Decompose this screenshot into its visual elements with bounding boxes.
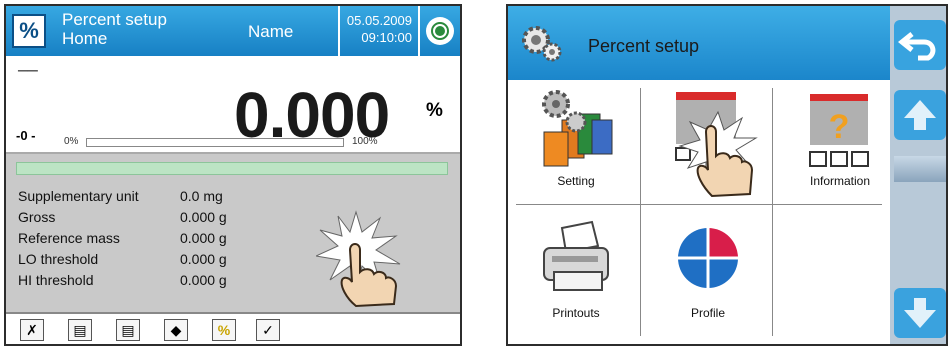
info-value: 0.000 g	[180, 209, 227, 225]
tile-label: Printouts	[552, 306, 600, 320]
profile-icon	[678, 228, 738, 288]
mode-name: Percent setup	[62, 10, 167, 29]
tile-label: Setting	[557, 174, 595, 188]
bar-max-label: 100%	[352, 136, 378, 147]
percent-reference-icon[interactable]: %	[212, 319, 236, 341]
tile-printouts[interactable]: Printouts	[514, 216, 638, 336]
bar-min-label: 0%	[64, 136, 79, 147]
info-label: Gross	[18, 209, 56, 225]
gears-icon	[522, 26, 562, 62]
calibration-icon[interactable]: ✓	[256, 319, 280, 341]
time: 09:10:00	[361, 30, 412, 45]
menu-header: Percent setup	[508, 6, 890, 80]
grid-divider	[772, 88, 773, 336]
info-row: Reference mass 0.000 g	[18, 230, 227, 251]
stability-icon: ──	[18, 62, 38, 78]
info-label: HI threshold	[18, 272, 94, 288]
weight-unit[interactable]: %	[426, 100, 443, 122]
back-arrow-icon	[897, 32, 936, 61]
user-name[interactable]: Name	[248, 22, 293, 42]
info-row: Supplementary unit 0.0 mg	[18, 188, 227, 209]
info-label: Supplementary unit	[18, 188, 139, 204]
weighing-display: ── -0 - 0.000 % 0% 100%	[6, 56, 460, 152]
information-icon: ?	[809, 94, 869, 167]
tile-setting[interactable]: Setting	[514, 86, 638, 206]
info-value: 0.0 mg	[180, 188, 223, 204]
shortcut-bar: ✗ ▤ ▤ ◆ % ✓	[6, 312, 460, 344]
info-row: LO threshold 0.000 g	[18, 251, 227, 272]
tile-label: Information	[809, 174, 871, 188]
printer-header-icon[interactable]: ▤	[68, 319, 92, 341]
record-dot-icon	[435, 26, 445, 36]
printer-icon	[543, 220, 609, 291]
screen-name: Home	[62, 29, 108, 48]
back-button[interactable]	[894, 20, 946, 70]
checkweighing-bar	[16, 162, 448, 175]
load-bar	[86, 138, 344, 147]
scroll-slider[interactable]	[894, 156, 946, 182]
info-value: 0.000 g	[180, 230, 227, 246]
info-row: Gross 0.000 g	[18, 209, 227, 230]
side-scroll-panel	[890, 6, 946, 344]
up-arrow-icon	[904, 100, 936, 130]
touch-hand-icon	[316, 210, 401, 308]
top-bar: % Percent setup Home Name 05.05.2009 09:…	[6, 6, 460, 56]
scroll-down-button[interactable]	[894, 288, 946, 338]
printer-footer-icon[interactable]: ▤	[116, 319, 140, 341]
tile-profile[interactable]: Profile	[646, 216, 770, 336]
info-value: 0.000 g	[180, 272, 227, 288]
settings-icon	[542, 90, 613, 167]
tile-information[interactable]: ? Information	[778, 86, 902, 206]
home-screen: % Percent setup Home Name 05.05.2009 09:…	[4, 4, 462, 346]
display-icon	[675, 92, 758, 198]
down-arrow-icon	[904, 298, 936, 328]
tools-icon[interactable]: ✗	[20, 319, 44, 341]
record-button[interactable]	[426, 17, 454, 45]
date-time: 05.05.2009 09:10:00	[338, 6, 420, 56]
menu-title: Percent setup	[588, 36, 700, 56]
package-icon[interactable]: ◆	[164, 319, 188, 341]
info-label: Reference mass	[18, 230, 120, 246]
tile-display[interactable]	[646, 86, 770, 206]
menu-grid: Setting ? Information Printouts Profile	[508, 80, 890, 344]
tile-label: Profile	[690, 306, 725, 320]
grid-divider	[640, 88, 641, 336]
info-field[interactable]: Supplementary unit 0.0 mg Gross 0.000 g Refe…	[6, 152, 460, 312]
percent-icon[interactable]: %	[12, 14, 46, 48]
mode-title[interactable]: Percent setup Home	[62, 10, 167, 48]
zero-indicator: -0 -	[16, 128, 36, 143]
info-row: HI threshold 0.000 g	[18, 272, 227, 293]
scroll-up-button[interactable]	[894, 90, 946, 140]
info-value: 0.000 g	[180, 251, 227, 267]
info-label: LO threshold	[18, 251, 99, 267]
menu-screen: Percent setup Setting ? Information Prin…	[506, 4, 948, 346]
svg-text:?: ?	[829, 108, 850, 146]
date: 05.05.2009	[346, 13, 412, 28]
info-rows: Supplementary unit 0.0 mg Gross 0.000 g Refe…	[18, 188, 227, 293]
